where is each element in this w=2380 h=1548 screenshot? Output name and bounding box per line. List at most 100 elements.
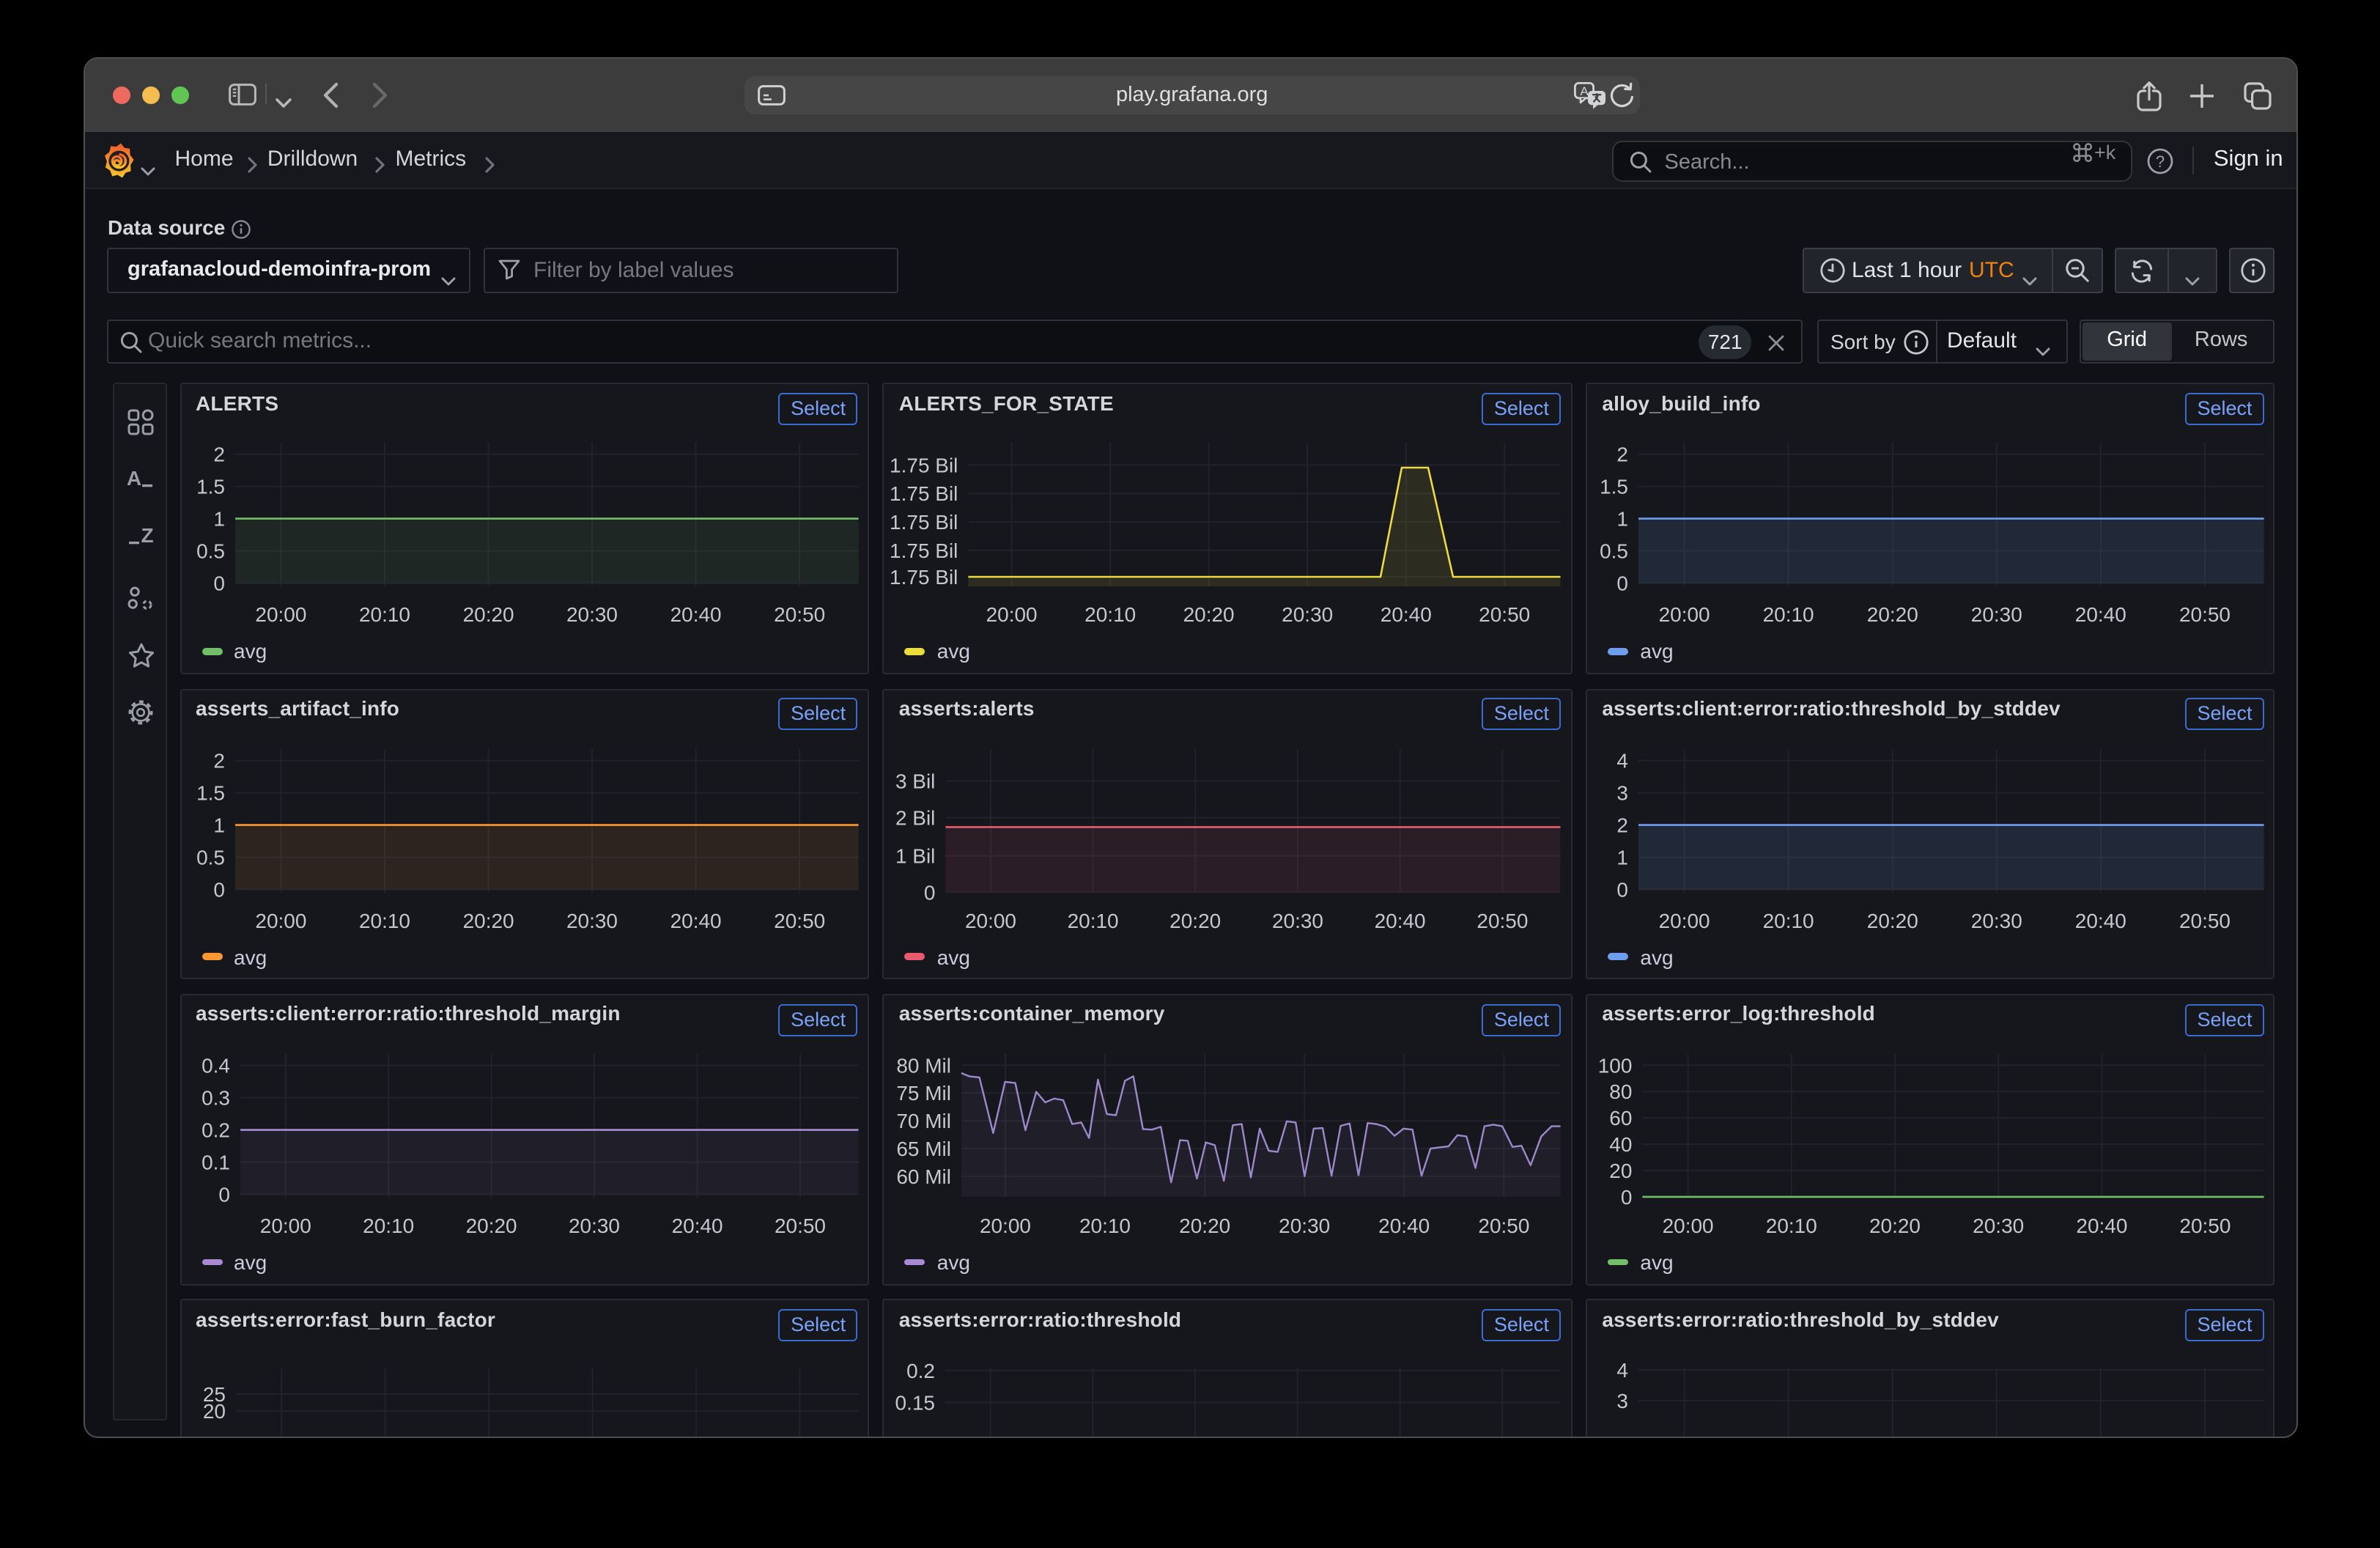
svg-text:0.5: 0.5 [1600,540,1628,563]
svg-text:20:00: 20:00 [259,1214,311,1236]
svg-text:20:00: 20:00 [966,909,1017,932]
svg-text:20:00: 20:00 [986,603,1038,626]
svg-text:3: 3 [1617,1390,1629,1412]
svg-text:0: 0 [212,572,224,595]
svg-text:20:40: 20:40 [670,603,721,626]
svg-text:20:10: 20:10 [362,1214,413,1236]
svg-text:20:00: 20:00 [1659,603,1710,626]
svg-text:20:30: 20:30 [1971,603,2022,626]
svg-text:20:00: 20:00 [1659,909,1710,932]
svg-text:20:40: 20:40 [2075,603,2126,626]
svg-text:20:10: 20:10 [358,603,410,626]
svg-text:20:20: 20:20 [465,1214,517,1236]
svg-text:20:10: 20:10 [1080,1214,1131,1236]
svg-text:75 Mil: 75 Mil [897,1082,952,1105]
svg-text:0: 0 [1617,572,1629,595]
svg-text:20: 20 [1610,1159,1633,1182]
svg-text:20:20: 20:20 [1869,1214,1921,1236]
svg-text:65 Mil: 65 Mil [897,1138,952,1160]
svg-text:3: 3 [1617,781,1629,804]
svg-text:0.15: 0.15 [895,1392,935,1415]
svg-text:20:40: 20:40 [1375,909,1426,932]
svg-text:0.1: 0.1 [201,1151,229,1173]
svg-text:0: 0 [1621,1185,1633,1208]
svg-text:20:50: 20:50 [2180,1214,2231,1236]
svg-text:20:40: 20:40 [671,1214,722,1236]
svg-text:20:30: 20:30 [1971,909,2022,932]
svg-text:20:30: 20:30 [1273,909,1324,932]
svg-text:0.4: 0.4 [201,1054,229,1077]
svg-text:20:50: 20:50 [1479,1214,1530,1236]
svg-text:70 Mil: 70 Mil [897,1110,952,1132]
svg-text:20:10: 20:10 [1763,909,1814,932]
svg-text:20:50: 20:50 [773,909,824,932]
svg-text:2: 2 [212,443,224,466]
svg-text:1: 1 [1617,508,1629,531]
svg-text:2: 2 [1617,814,1629,836]
svg-text:20:50: 20:50 [774,1214,825,1236]
svg-text:100: 100 [1598,1054,1633,1077]
svg-text:Z: Z [140,525,152,545]
svg-text:0: 0 [925,880,936,903]
svg-text:20:00: 20:00 [254,909,306,932]
svg-text:0.5: 0.5 [196,540,224,563]
svg-text:20:20: 20:20 [462,603,514,626]
svg-text:80: 80 [1610,1080,1633,1103]
svg-text:1.75 Bil: 1.75 Bil [890,483,958,506]
svg-text:+k: +k [2094,142,2116,163]
svg-text:0.3: 0.3 [201,1086,229,1109]
svg-text:20:40: 20:40 [2075,909,2126,932]
svg-text:20:30: 20:30 [1282,603,1334,626]
svg-text:1.75 Bil: 1.75 Bil [890,539,958,562]
svg-text:0.2: 0.2 [907,1360,936,1382]
svg-text:1: 1 [212,814,224,836]
svg-text:40: 40 [1610,1133,1633,1156]
svg-text:20:50: 20:50 [2179,603,2231,626]
svg-text:1.5: 1.5 [196,476,224,498]
svg-text:1: 1 [212,508,224,531]
svg-text:20:50: 20:50 [1479,603,1531,626]
svg-text:1: 1 [1617,846,1629,869]
svg-text:?: ? [2155,152,2164,171]
svg-text:0: 0 [1617,878,1629,901]
svg-text:20:10: 20:10 [1763,603,1814,626]
svg-text:1.5: 1.5 [196,781,224,804]
svg-text:1.75 Bil: 1.75 Bil [890,566,958,589]
svg-text:20:00: 20:00 [980,1214,1032,1236]
svg-text:20:40: 20:40 [1379,1214,1430,1236]
svg-text:4: 4 [1617,1359,1629,1382]
svg-text:20:20: 20:20 [1183,603,1235,626]
svg-text:20:30: 20:30 [1973,1214,2025,1236]
svg-text:20:20: 20:20 [1170,909,1222,932]
svg-text:4: 4 [1617,749,1629,772]
svg-text:A: A [127,467,141,487]
svg-text:20:20: 20:20 [1180,1214,1231,1236]
svg-text:0.2: 0.2 [201,1118,229,1141]
svg-text:20:50: 20:50 [2179,909,2231,932]
svg-text:20: 20 [202,1400,225,1423]
svg-text:20:20: 20:20 [462,909,514,932]
svg-text:1.75 Bil: 1.75 Bil [890,454,958,477]
svg-text:1 Bil: 1 Bil [896,844,936,866]
svg-text:20:30: 20:30 [566,909,617,932]
svg-text:2: 2 [1617,443,1629,466]
svg-text:0: 0 [218,1183,229,1206]
svg-text:20:50: 20:50 [1477,909,1529,932]
svg-text:1.75 Bil: 1.75 Bil [890,512,958,534]
svg-text:60 Mil: 60 Mil [897,1165,952,1187]
svg-text:0: 0 [212,878,224,901]
svg-text:20:50: 20:50 [773,603,824,626]
svg-text:80 Mil: 80 Mil [897,1054,952,1077]
svg-text:20:10: 20:10 [1766,1214,1817,1236]
svg-text:20:40: 20:40 [2077,1214,2128,1236]
svg-text:20:40: 20:40 [670,909,721,932]
svg-text:3 Bil: 3 Bil [896,770,936,792]
svg-text:A: A [1580,84,1589,97]
svg-text:20:30: 20:30 [568,1214,619,1236]
svg-text:0.5: 0.5 [196,846,224,869]
svg-text:2: 2 [212,749,224,772]
svg-text:20:30: 20:30 [1279,1214,1331,1236]
svg-text:20:10: 20:10 [1085,603,1137,626]
svg-text:20:10: 20:10 [1068,909,1119,932]
svg-text:20:30: 20:30 [566,603,617,626]
